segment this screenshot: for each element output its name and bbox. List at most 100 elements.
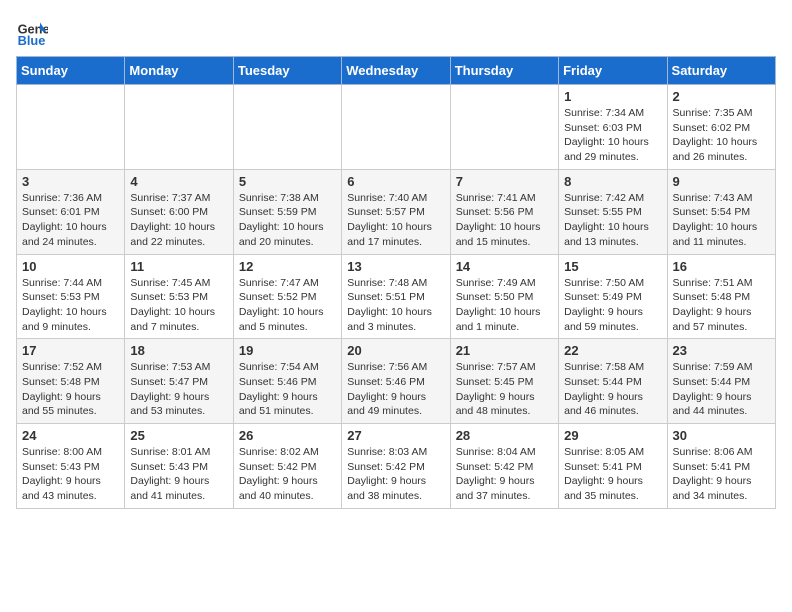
day-info: Sunrise: 7:49 AM Sunset: 5:50 PM Dayligh…	[456, 276, 553, 335]
day-number: 10	[22, 259, 119, 274]
calendar-cell	[125, 85, 233, 170]
calendar-cell: 18Sunrise: 7:53 AM Sunset: 5:47 PM Dayli…	[125, 339, 233, 424]
day-info: Sunrise: 7:57 AM Sunset: 5:45 PM Dayligh…	[456, 360, 553, 419]
calendar-cell	[342, 85, 450, 170]
calendar-cell: 13 Sunrise: 7:48 AM Sunset: 5:51 PM Dayli…	[342, 254, 450, 339]
calendar-cell: 5 Sunrise: 7:38 AM Sunset: 5:59 PM Daylig…	[233, 169, 341, 254]
calendar-week-5: 24 Sunrise: 8:00 AM Sunset: 5:43 PM Dayli…	[17, 424, 776, 509]
day-info: Sunrise: 7:51 AM Sunset: 5:48 PM Dayligh…	[673, 276, 770, 335]
day-info: Sunrise: 7:59 AM Sunset: 5:44 PM Dayligh…	[673, 360, 770, 419]
day-info: Sunrise: 7:48 AM Sunset: 5:51 PM Dayligh…	[347, 276, 444, 335]
day-info: Sunrise: 7:38 AM Sunset: 5:59 PM Dayligh…	[239, 191, 336, 250]
day-info: Sunrise: 8:06 AM Sunset: 5:41 PM Dayligh…	[673, 445, 770, 504]
day-number: 7	[456, 174, 553, 189]
day-number: 17	[22, 343, 119, 358]
svg-text:Blue: Blue	[18, 33, 46, 48]
calendar-cell: 1 Sunrise: 7:34 AM Sunset: 6:03 PM Daylig…	[559, 85, 667, 170]
calendar-cell: 24 Sunrise: 8:00 AM Sunset: 5:43 PM Dayli…	[17, 424, 125, 509]
day-number: 29	[564, 428, 661, 443]
day-number: 30	[673, 428, 770, 443]
day-info: Sunrise: 7:43 AM Sunset: 5:54 PM Dayligh…	[673, 191, 770, 250]
calendar-cell: 19Sunrise: 7:54 AM Sunset: 5:46 PM Dayli…	[233, 339, 341, 424]
weekday-header-row: SundayMondayTuesdayWednesdayThursdayFrid…	[17, 57, 776, 85]
calendar-cell: 6 Sunrise: 7:40 AM Sunset: 5:57 PM Daylig…	[342, 169, 450, 254]
weekday-header-friday: Friday	[559, 57, 667, 85]
day-info: Sunrise: 7:44 AM Sunset: 5:53 PM Dayligh…	[22, 276, 119, 335]
day-info: Sunrise: 8:00 AM Sunset: 5:43 PM Dayligh…	[22, 445, 119, 504]
day-info: Sunrise: 7:45 AM Sunset: 5:53 PM Dayligh…	[130, 276, 227, 335]
day-number: 8	[564, 174, 661, 189]
day-info: Sunrise: 7:47 AM Sunset: 5:52 PM Dayligh…	[239, 276, 336, 335]
day-number: 19	[239, 343, 336, 358]
calendar-week-3: 10 Sunrise: 7:44 AM Sunset: 5:53 PM Dayli…	[17, 254, 776, 339]
calendar-week-4: 17 Sunrise: 7:52 AM Sunset: 5:48 PM Dayli…	[17, 339, 776, 424]
calendar-cell: 10 Sunrise: 7:44 AM Sunset: 5:53 PM Dayli…	[17, 254, 125, 339]
weekday-header-thursday: Thursday	[450, 57, 558, 85]
weekday-header-sunday: Sunday	[17, 57, 125, 85]
calendar-cell: 2Sunrise: 7:35 AM Sunset: 6:02 PM Daylig…	[667, 85, 775, 170]
day-number: 9	[673, 174, 770, 189]
calendar-cell: 23 Sunrise: 7:59 AM Sunset: 5:44 PM Dayli…	[667, 339, 775, 424]
calendar-cell: 25Sunrise: 8:01 AM Sunset: 5:43 PM Dayli…	[125, 424, 233, 509]
day-info: Sunrise: 7:42 AM Sunset: 5:55 PM Dayligh…	[564, 191, 661, 250]
day-info: Sunrise: 7:56 AM Sunset: 5:46 PM Dayligh…	[347, 360, 444, 419]
logo-icon: General Blue	[16, 16, 48, 48]
calendar-cell: 7 Sunrise: 7:41 AM Sunset: 5:56 PM Daylig…	[450, 169, 558, 254]
day-number: 12	[239, 259, 336, 274]
day-info: Sunrise: 7:34 AM Sunset: 6:03 PM Dayligh…	[564, 106, 661, 165]
weekday-header-wednesday: Wednesday	[342, 57, 450, 85]
calendar-cell	[450, 85, 558, 170]
day-info: Sunrise: 7:58 AM Sunset: 5:44 PM Dayligh…	[564, 360, 661, 419]
calendar-week-2: 3Sunrise: 7:36 AM Sunset: 6:01 PM Daylig…	[17, 169, 776, 254]
calendar-cell: 8 Sunrise: 7:42 AM Sunset: 5:55 PM Daylig…	[559, 169, 667, 254]
day-info: Sunrise: 7:50 AM Sunset: 5:49 PM Dayligh…	[564, 276, 661, 335]
day-number: 2	[673, 89, 770, 104]
day-number: 13	[347, 259, 444, 274]
calendar-body: 1 Sunrise: 7:34 AM Sunset: 6:03 PM Daylig…	[17, 85, 776, 509]
day-number: 27	[347, 428, 444, 443]
calendar-table: SundayMondayTuesdayWednesdayThursdayFrid…	[16, 56, 776, 509]
calendar-cell: 3Sunrise: 7:36 AM Sunset: 6:01 PM Daylig…	[17, 169, 125, 254]
page-header: General Blue	[16, 16, 776, 48]
day-number: 6	[347, 174, 444, 189]
day-number: 24	[22, 428, 119, 443]
day-info: Sunrise: 8:01 AM Sunset: 5:43 PM Dayligh…	[130, 445, 227, 504]
day-info: Sunrise: 7:53 AM Sunset: 5:47 PM Dayligh…	[130, 360, 227, 419]
day-number: 23	[673, 343, 770, 358]
day-info: Sunrise: 8:03 AM Sunset: 5:42 PM Dayligh…	[347, 445, 444, 504]
weekday-header-saturday: Saturday	[667, 57, 775, 85]
calendar-week-1: 1 Sunrise: 7:34 AM Sunset: 6:03 PM Daylig…	[17, 85, 776, 170]
logo: General Blue	[16, 16, 48, 48]
day-number: 5	[239, 174, 336, 189]
weekday-header-tuesday: Tuesday	[233, 57, 341, 85]
calendar-cell: 27 Sunrise: 8:03 AM Sunset: 5:42 PM Dayli…	[342, 424, 450, 509]
calendar-cell: 9 Sunrise: 7:43 AM Sunset: 5:54 PM Daylig…	[667, 169, 775, 254]
day-number: 4	[130, 174, 227, 189]
calendar-cell	[17, 85, 125, 170]
day-number: 16	[673, 259, 770, 274]
calendar-cell: 29Sunrise: 8:05 AM Sunset: 5:41 PM Dayli…	[559, 424, 667, 509]
calendar-cell: 17 Sunrise: 7:52 AM Sunset: 5:48 PM Dayli…	[17, 339, 125, 424]
day-number: 22	[564, 343, 661, 358]
calendar-cell: 11 Sunrise: 7:45 AM Sunset: 5:53 PM Dayli…	[125, 254, 233, 339]
calendar-cell: 20Sunrise: 7:56 AM Sunset: 5:46 PM Dayli…	[342, 339, 450, 424]
day-info: Sunrise: 7:40 AM Sunset: 5:57 PM Dayligh…	[347, 191, 444, 250]
weekday-header-monday: Monday	[125, 57, 233, 85]
day-info: Sunrise: 8:02 AM Sunset: 5:42 PM Dayligh…	[239, 445, 336, 504]
day-info: Sunrise: 7:52 AM Sunset: 5:48 PM Dayligh…	[22, 360, 119, 419]
calendar-cell: 21Sunrise: 7:57 AM Sunset: 5:45 PM Dayli…	[450, 339, 558, 424]
calendar-cell: 26Sunrise: 8:02 AM Sunset: 5:42 PM Dayli…	[233, 424, 341, 509]
calendar-cell: 28Sunrise: 8:04 AM Sunset: 5:42 PM Dayli…	[450, 424, 558, 509]
day-number: 28	[456, 428, 553, 443]
calendar-cell: 4Sunrise: 7:37 AM Sunset: 6:00 PM Daylig…	[125, 169, 233, 254]
day-number: 14	[456, 259, 553, 274]
calendar-cell: 22 Sunrise: 7:58 AM Sunset: 5:44 PM Dayli…	[559, 339, 667, 424]
calendar-cell: 16 Sunrise: 7:51 AM Sunset: 5:48 PM Dayli…	[667, 254, 775, 339]
calendar-cell: 15 Sunrise: 7:50 AM Sunset: 5:49 PM Dayli…	[559, 254, 667, 339]
day-number: 15	[564, 259, 661, 274]
day-number: 11	[130, 259, 227, 274]
calendar-cell	[233, 85, 341, 170]
calendar-cell: 14 Sunrise: 7:49 AM Sunset: 5:50 PM Dayli…	[450, 254, 558, 339]
day-info: Sunrise: 7:41 AM Sunset: 5:56 PM Dayligh…	[456, 191, 553, 250]
day-number: 1	[564, 89, 661, 104]
